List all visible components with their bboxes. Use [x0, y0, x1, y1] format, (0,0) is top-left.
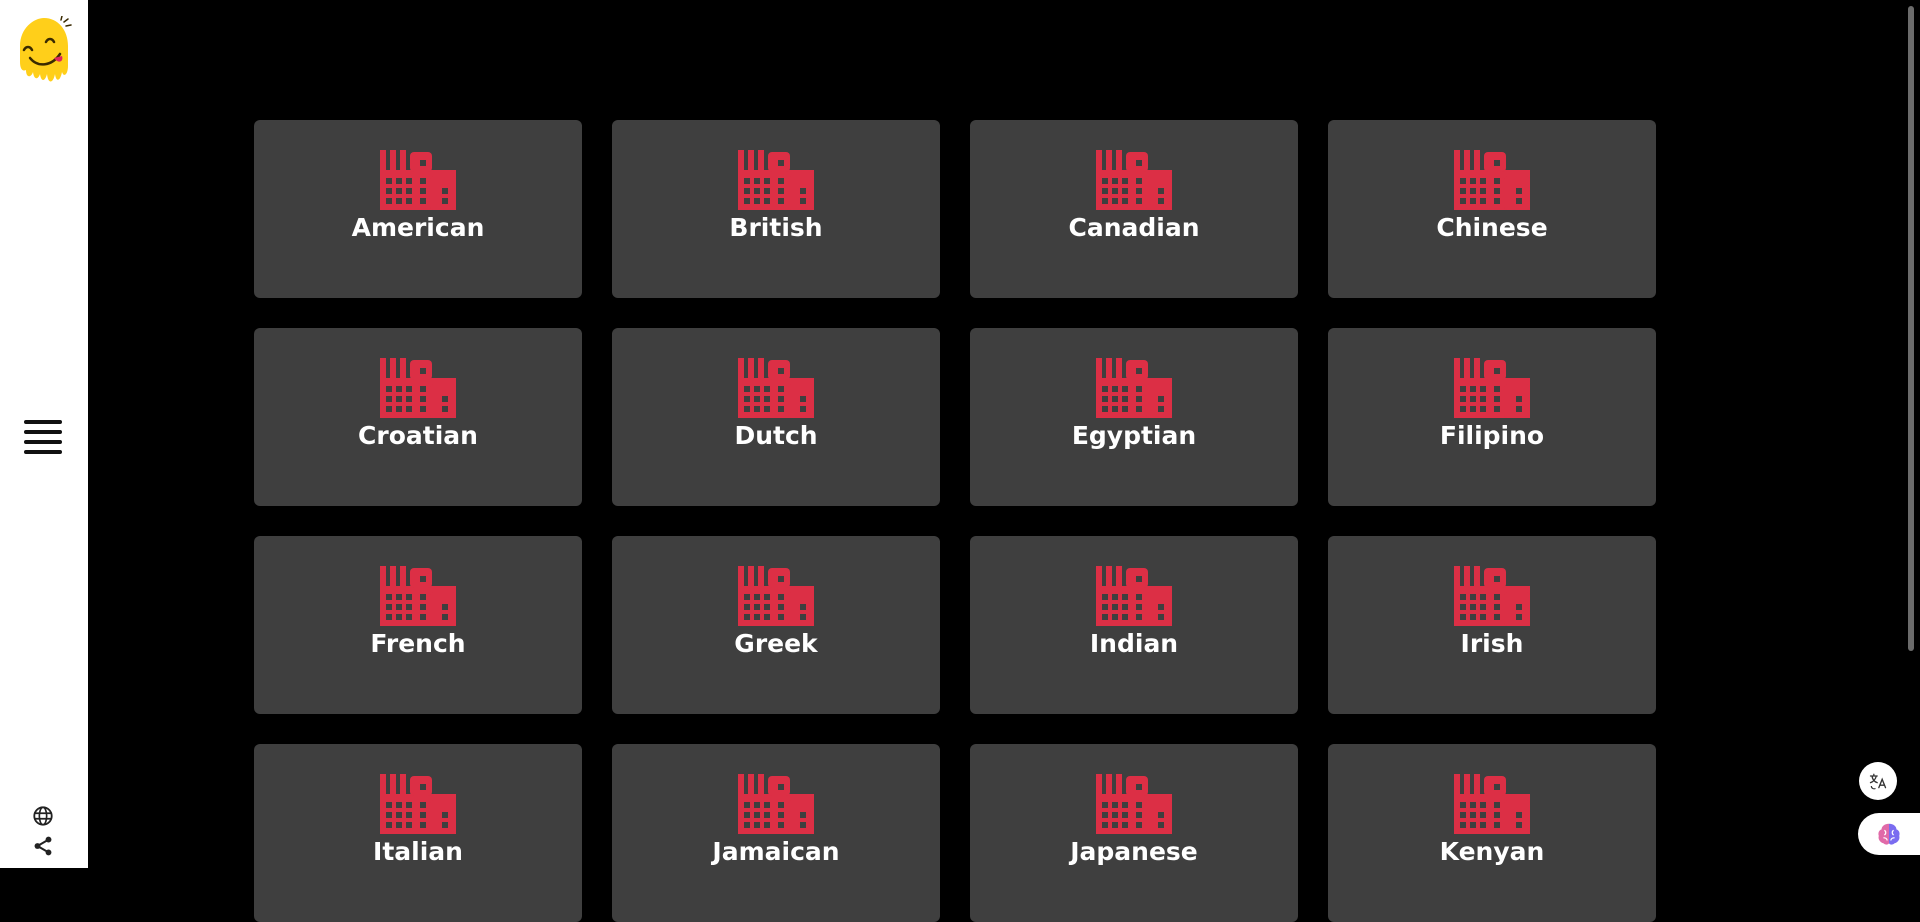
cuisine-label: Japanese: [1070, 837, 1198, 866]
brain-icon: [1878, 823, 1900, 845]
factory-icon: [1096, 150, 1172, 210]
factory-icon: [380, 358, 456, 418]
cuisine-label: Greek: [734, 629, 818, 658]
main-content: American British Canadian Chinese Croati…: [88, 0, 1900, 922]
cuisine-label: Jamaican: [712, 837, 840, 866]
translate-button[interactable]: [1859, 762, 1897, 800]
factory-icon: [1096, 358, 1172, 418]
cuisine-label: Irish: [1460, 629, 1524, 658]
cuisine-label: Chinese: [1436, 213, 1548, 242]
cuisine-card-chinese[interactable]: Chinese: [1328, 120, 1656, 298]
factory-icon: [380, 566, 456, 626]
cuisine-card-irish[interactable]: Irish: [1328, 536, 1656, 714]
cuisine-card-french[interactable]: French: [254, 536, 582, 714]
cuisine-label: Italian: [373, 837, 463, 866]
cuisine-label: French: [370, 629, 466, 658]
cuisine-card-greek[interactable]: Greek: [612, 536, 940, 714]
cuisine-label: Filipino: [1439, 421, 1545, 450]
cuisine-card-canadian[interactable]: Canadian: [970, 120, 1298, 298]
factory-icon: [380, 150, 456, 210]
cuisine-label: Dutch: [734, 421, 818, 450]
globe-icon[interactable]: [32, 805, 54, 827]
translate-icon: [1869, 773, 1887, 790]
factory-icon: [1454, 774, 1530, 834]
factory-icon: [1096, 566, 1172, 626]
factory-icon: [1096, 774, 1172, 834]
factory-icon: [1454, 150, 1530, 210]
factory-icon: [738, 150, 814, 210]
scroll-thumb[interactable]: [1908, 6, 1914, 651]
cuisine-label: British: [729, 213, 823, 242]
cuisine-card-jamaican[interactable]: Jamaican: [612, 744, 940, 922]
assistant-button[interactable]: [1858, 813, 1920, 855]
cuisine-card-american[interactable]: American: [254, 120, 582, 298]
cuisine-card-dutch[interactable]: Dutch: [612, 328, 940, 506]
factory-icon: [1454, 566, 1530, 626]
cuisine-card-british[interactable]: British: [612, 120, 940, 298]
factory-icon: [738, 566, 814, 626]
factory-icon: [738, 774, 814, 834]
factory-icon: [1454, 358, 1530, 418]
cuisine-card-japanese[interactable]: Japanese: [970, 744, 1298, 922]
share-icon[interactable]: [32, 835, 54, 857]
cuisine-label: Kenyan: [1439, 837, 1545, 866]
sidebar: [0, 0, 88, 868]
cuisine-card-italian[interactable]: Italian: [254, 744, 582, 922]
scrollbar[interactable]: [1900, 0, 1920, 868]
cuisine-label: Croatian: [358, 421, 478, 450]
cuisine-card-filipino[interactable]: Filipino: [1328, 328, 1656, 506]
cuisine-card-croatian[interactable]: Croatian: [254, 328, 582, 506]
cuisine-card-kenyan[interactable]: Kenyan: [1328, 744, 1656, 922]
factory-icon: [380, 774, 456, 834]
cuisine-label: Indian: [1089, 629, 1179, 658]
cuisine-grid: American British Canadian Chinese Croati…: [254, 120, 1656, 922]
hamburger-menu-icon[interactable]: [24, 420, 62, 460]
cuisine-card-egyptian[interactable]: Egyptian: [970, 328, 1298, 506]
factory-icon: [738, 358, 814, 418]
cuisine-card-indian[interactable]: Indian: [970, 536, 1298, 714]
cuisine-label: American: [351, 213, 485, 242]
melting-smiley-logo[interactable]: [14, 15, 74, 86]
cuisine-label: Canadian: [1068, 213, 1200, 242]
cuisine-label: Egyptian: [1071, 421, 1197, 450]
